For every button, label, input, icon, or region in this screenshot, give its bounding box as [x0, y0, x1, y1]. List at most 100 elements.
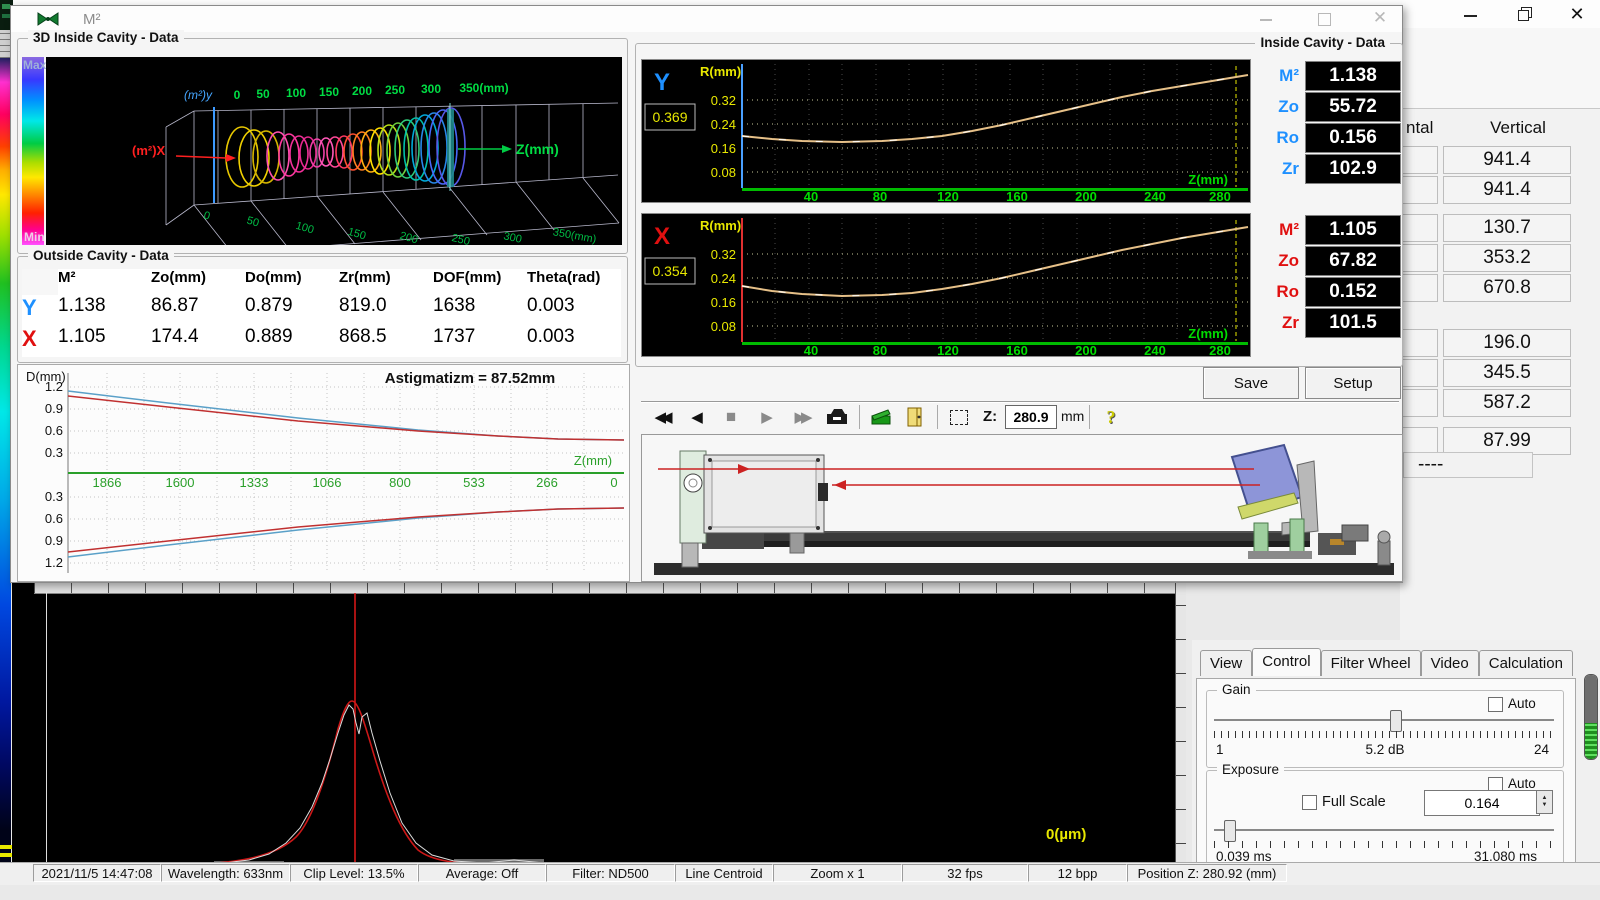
svg-text:50: 50	[245, 215, 260, 230]
vertical-value: 941.4	[1443, 176, 1571, 204]
save-button[interactable]: Save	[1203, 367, 1299, 399]
main-close-button[interactable]: ✕	[1562, 4, 1592, 24]
vertical-value: 353.2	[1443, 244, 1571, 272]
svg-text:50: 50	[256, 87, 270, 101]
z-position-input[interactable]	[1005, 405, 1057, 429]
x-m2-value: 1.105	[1305, 215, 1401, 245]
y-diameter-curve-bottom	[68, 508, 624, 557]
mirror-stand-base	[1248, 551, 1312, 559]
svg-text:0.24: 0.24	[711, 271, 736, 286]
svg-text:533: 533	[463, 475, 485, 490]
main-minimize-button[interactable]	[1455, 8, 1485, 24]
svg-text:0.32: 0.32	[711, 93, 736, 108]
svg-text:1.2: 1.2	[45, 555, 63, 570]
exposure-slider-ticks	[1214, 841, 1554, 848]
gain-auto-checkbox[interactable]	[1488, 697, 1503, 712]
y-zo-label: Zo	[1253, 97, 1299, 117]
caustic-3d-plot: 050 100150 200250 300350(mm) 0 50 100 15…	[46, 57, 622, 245]
beam-return-arrow	[834, 480, 846, 490]
tab-video[interactable]: Video	[1421, 650, 1479, 676]
svg-text:100: 100	[294, 220, 315, 237]
table-cell: 0.003	[527, 295, 621, 326]
spin-down-icon[interactable]: ▼	[1542, 802, 1548, 809]
status-filter: Filter: ND500	[546, 864, 675, 882]
exposure-slider-track[interactable]	[1214, 829, 1554, 831]
screw	[708, 526, 712, 530]
beam-profile-plot	[34, 593, 1175, 868]
dialog-minimize-button[interactable]	[1249, 12, 1283, 28]
y-diameter-curve-top	[68, 391, 624, 440]
help-button[interactable]: ?	[1097, 405, 1125, 429]
gain-slider-track[interactable]	[1214, 719, 1554, 721]
exposure-spinner[interactable]: ▲ ▼	[1536, 790, 1553, 814]
rail-base	[730, 541, 1310, 547]
x-zo-label: Zo	[1253, 251, 1299, 271]
fast-forward-button[interactable]: ▶▶	[787, 405, 815, 429]
svg-text:1333: 1333	[240, 475, 269, 490]
svg-text:266: 266	[536, 475, 558, 490]
r-ticks: 0.320.24 0.160.08	[711, 93, 736, 180]
svg-text:200: 200	[1075, 343, 1097, 357]
z-axis-arrowhead	[502, 145, 512, 153]
y-ro-label: Ro	[1253, 128, 1299, 148]
dialog-close-button[interactable]: ✕	[1363, 8, 1397, 28]
tab-calculation[interactable]: Calculation	[1479, 650, 1573, 676]
exit-button[interactable]	[901, 405, 929, 429]
rewind-button[interactable]: ◀◀	[647, 405, 675, 429]
cursor-value: 0.354	[652, 263, 687, 279]
svg-text:800: 800	[389, 475, 411, 490]
play-button[interactable]: ▶	[753, 405, 781, 429]
gain-max-label: 24	[1534, 742, 1549, 757]
z-position-label: Z:	[983, 408, 997, 425]
snapshot-button[interactable]	[823, 405, 851, 429]
svg-text:300: 300	[502, 230, 522, 245]
row-label-x: X	[22, 326, 58, 357]
svg-text:200: 200	[1075, 189, 1097, 203]
toolbar-divider	[859, 405, 860, 429]
svg-text:350(mm): 350(mm)	[552, 226, 597, 245]
status-average: Average: Off	[418, 864, 546, 882]
status-centroid: Line Centroid	[675, 864, 773, 882]
colorbar-max-label: Max	[23, 58, 46, 72]
svg-text:40: 40	[804, 189, 818, 203]
beam-rings	[226, 108, 465, 187]
region-select-button[interactable]	[945, 405, 973, 429]
x-diameter-curve-bottom	[68, 508, 624, 552]
setup-button[interactable]: Setup	[1305, 367, 1401, 399]
horizontal-value-clipped	[1403, 214, 1438, 242]
record-button[interactable]	[867, 405, 895, 429]
gain-slider-handle[interactable]	[1390, 710, 1402, 732]
toolbar-divider	[1089, 405, 1090, 429]
tab-control[interactable]: Control	[1252, 648, 1320, 676]
table-cell: 1.138	[58, 295, 151, 326]
svg-text:0.9: 0.9	[45, 533, 63, 548]
y-chart-label: Y	[654, 69, 670, 96]
status-clip-level: Clip Level: 13.5%	[290, 864, 418, 882]
toolbar-divider	[937, 405, 938, 429]
exposure-slider-handle[interactable]	[1224, 820, 1236, 842]
camera-foot-right	[790, 533, 804, 553]
step-back-button[interactable]: ◀	[683, 405, 711, 429]
outside-cavity-group: Outside Cavity - Data M² Zo(mm) Do(mm) Z…	[17, 256, 628, 363]
vertical-value: 87.99	[1443, 427, 1571, 455]
svg-text:250: 250	[450, 232, 471, 245]
dialog-titlebar[interactable]: M² ✕	[11, 6, 1402, 32]
bench-illustration-panel	[641, 434, 1403, 582]
tab-view[interactable]: View	[1200, 650, 1252, 676]
table-cell: 1638	[433, 295, 527, 326]
dialog-maximize-button[interactable]	[1307, 10, 1341, 28]
spin-up-icon[interactable]: ▲	[1542, 795, 1548, 802]
status-position-z: Position Z: 280.92 (mm)	[1127, 864, 1287, 882]
svg-text:150: 150	[319, 85, 339, 99]
camera-foot	[682, 543, 698, 567]
stop-button[interactable]: ■	[717, 405, 745, 429]
z-axis-title: Z(mm)	[574, 453, 612, 468]
z-axis-label: Z(mm)	[516, 141, 559, 157]
gain-auto-label: Auto	[1508, 696, 1536, 711]
main-restore-button[interactable]	[1510, 5, 1540, 25]
exposure-input[interactable]	[1424, 790, 1540, 816]
full-scale-checkbox[interactable]	[1302, 795, 1317, 810]
svg-text:1866: 1866	[93, 475, 122, 490]
svg-text:240: 240	[1144, 343, 1166, 357]
tab-filter-wheel[interactable]: Filter Wheel	[1321, 650, 1421, 676]
